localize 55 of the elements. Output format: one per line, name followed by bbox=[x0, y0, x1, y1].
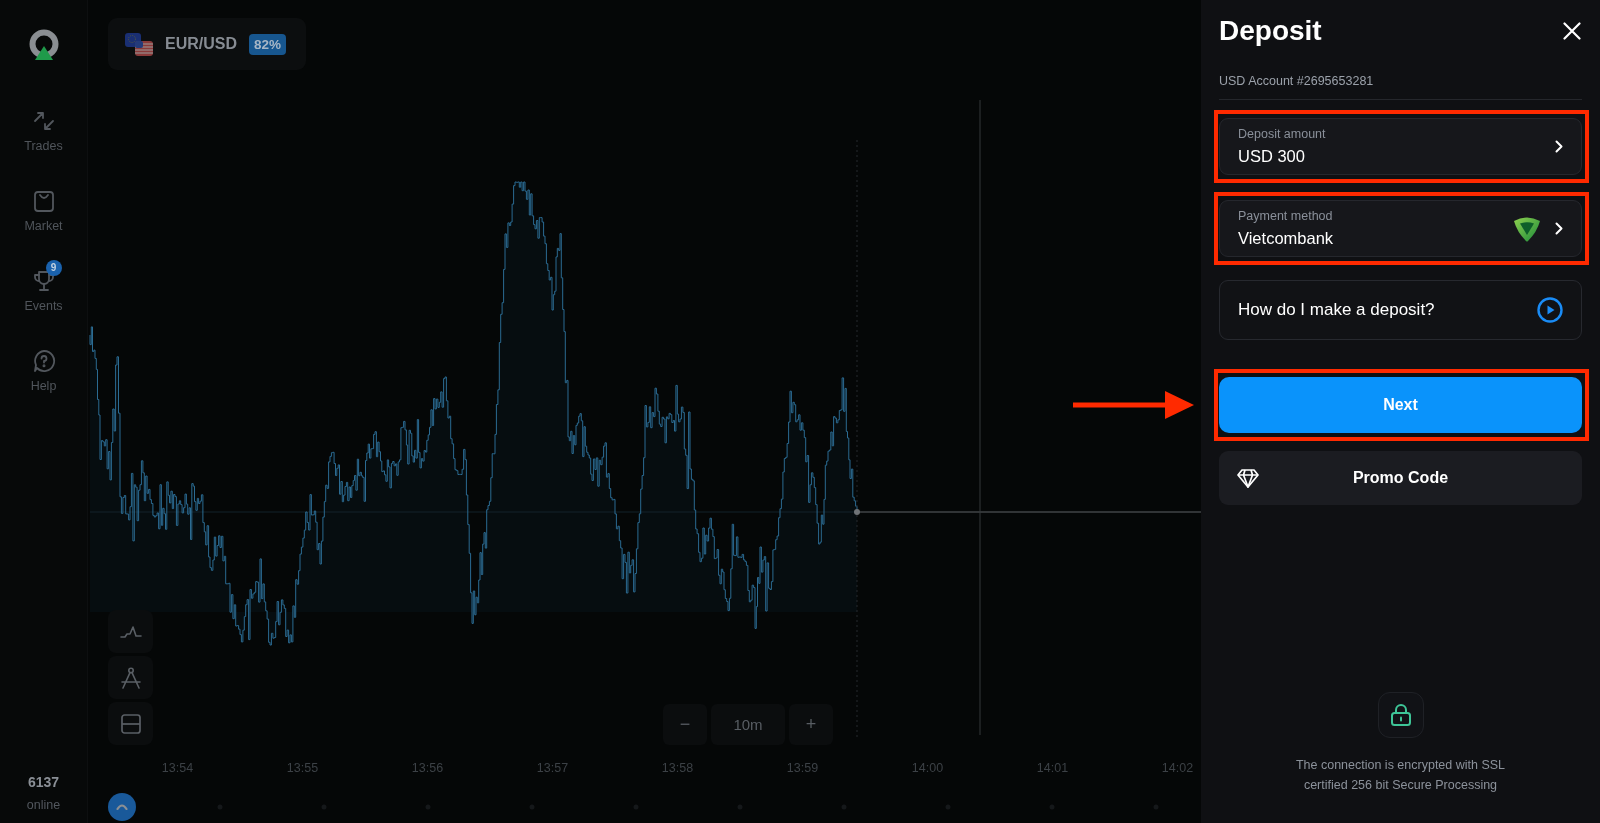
drawing-tools-button[interactable] bbox=[108, 656, 153, 699]
time-label: 14:01 bbox=[1036, 761, 1069, 775]
time-label: 14:02 bbox=[1161, 761, 1194, 775]
notification-badge: 9 bbox=[45, 260, 62, 276]
bag-icon bbox=[31, 189, 56, 213]
compass-icon bbox=[120, 665, 141, 690]
asset-pair: EUR/USD bbox=[165, 35, 237, 53]
field-label: Deposit amount bbox=[1238, 127, 1327, 141]
promo-code-button[interactable]: Promo Code bbox=[1219, 451, 1582, 505]
online-label: online bbox=[26, 798, 61, 813]
time-label: 13:58 bbox=[661, 761, 694, 775]
trophy-icon bbox=[31, 269, 56, 293]
layout-icon bbox=[119, 712, 142, 735]
next-button[interactable]: Next bbox=[1219, 377, 1582, 433]
time-label: 13:57 bbox=[536, 761, 569, 775]
timeframe-button[interactable]: 10m bbox=[711, 704, 785, 745]
select-field[interactable]: Payment method Vietcombank bbox=[1219, 200, 1582, 257]
chevron-right-icon bbox=[1555, 140, 1563, 153]
security-note: The connection is encrypted with SSL certified 256 bit Secure Processing bbox=[1294, 757, 1507, 794]
lock-icon bbox=[1377, 692, 1424, 738]
arc-icon bbox=[116, 803, 128, 810]
time-label: 13:59 bbox=[786, 761, 819, 775]
select-field[interactable]: Deposit amount USD 300 bbox=[1219, 118, 1582, 175]
indicator-icon bbox=[119, 623, 142, 640]
bank-logo-icon bbox=[1513, 215, 1541, 242]
timeline-handle[interactable] bbox=[108, 792, 136, 821]
price-point-icon bbox=[854, 509, 860, 515]
field-label: Payment method bbox=[1238, 209, 1334, 223]
field-value: Vietcombank bbox=[1238, 228, 1335, 248]
chevron-right-icon bbox=[1555, 222, 1563, 235]
help-icon bbox=[31, 349, 56, 373]
zoom-in-button[interactable]: + bbox=[789, 704, 833, 745]
asset-selector[interactable]: EUR/USD 82% bbox=[108, 18, 307, 70]
payout-badge: 82% bbox=[249, 33, 287, 55]
close-icon bbox=[1563, 22, 1581, 40]
zoom-out-button[interactable]: − bbox=[663, 704, 707, 745]
layout-button[interactable] bbox=[108, 702, 153, 745]
help-link[interactable]: How do I make a deposit? bbox=[1219, 280, 1582, 340]
play-icon bbox=[1537, 297, 1563, 323]
time-label: 14:00 bbox=[911, 761, 944, 775]
flags-icon bbox=[125, 32, 153, 56]
sidebar-item[interactable]: Trades bbox=[7, 109, 80, 154]
online-count: 6137 bbox=[27, 774, 60, 790]
logo-icon[interactable] bbox=[27, 29, 60, 61]
close-button[interactable] bbox=[1561, 20, 1583, 42]
panel-title: Deposit bbox=[1219, 14, 1322, 48]
account-number: USD Account #2695653281 bbox=[1219, 74, 1375, 89]
time-label: 13:56 bbox=[411, 761, 444, 775]
time-label: 13:55 bbox=[286, 761, 319, 775]
diamond-icon bbox=[1237, 468, 1259, 488]
field-value: USD 300 bbox=[1238, 146, 1306, 166]
sidebar-item[interactable]: Help bbox=[7, 349, 80, 394]
arrows-icon bbox=[31, 109, 56, 133]
time-label: 13:54 bbox=[161, 761, 194, 775]
sidebar-item[interactable]: Market bbox=[7, 189, 80, 234]
